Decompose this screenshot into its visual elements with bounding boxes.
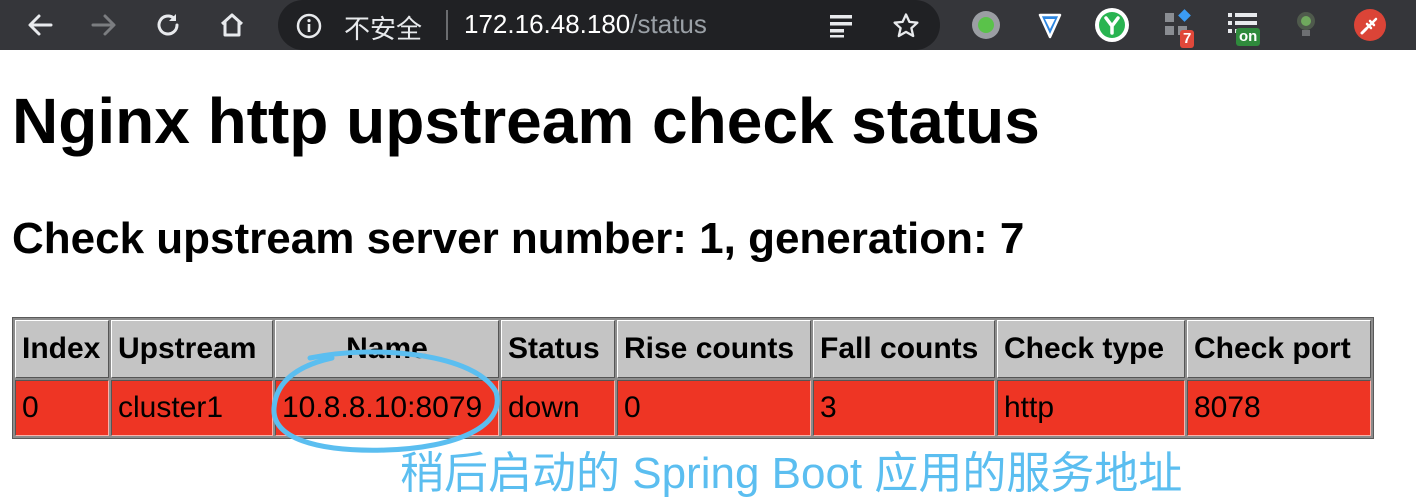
cell-status: down [501,380,615,436]
home-button[interactable] [212,6,252,44]
reader-mode-icon[interactable] [828,12,854,38]
annotation-text: 稍后启动的 Spring Boot 应用的服务地址 [400,449,1183,498]
column-header-index: Index [15,320,109,378]
table-header-row: Index Upstream Name Status Rise counts F… [15,320,1371,378]
list-extension-badge: on [1236,28,1261,46]
column-header-upstream: Upstream [111,320,273,378]
forward-button[interactable] [84,6,124,44]
bookmark-star-icon[interactable] [892,12,920,40]
page-title: Nginx http upstream check status [12,85,1040,157]
cell-rise-counts: 0 [617,380,811,436]
annotation-ellipse [271,349,500,453]
cell-fall-counts: 3 [813,380,995,436]
arrow-right-icon [91,14,116,36]
column-header-fall-counts: Fall counts [813,320,995,378]
y-extension-icon[interactable] [1092,6,1132,44]
address-bar[interactable]: 不安全 172.16.48.180/status [278,0,940,50]
column-header-check-port: Check port [1187,320,1371,378]
cell-index: 0 [15,380,109,436]
address-divider [446,10,448,40]
home-icon [220,13,244,37]
arrow-left-icon [28,14,53,36]
info-icon[interactable] [296,13,322,39]
upstream-status-table: Index Upstream Name Status Rise counts F… [12,317,1374,439]
column-header-rise-counts: Rise counts [617,320,811,378]
browser-toolbar: 不安全 172.16.48.180/status 7 on [0,0,1416,50]
bulb-extension-icon[interactable] [1286,6,1326,44]
cell-check-type: http [997,380,1185,436]
plug-extension-icon[interactable] [1350,6,1390,44]
column-header-check-type: Check type [997,320,1185,378]
security-label[interactable]: 不安全 [344,9,422,46]
table-row: 0 cluster1 10.8.8.10:8079 down 0 3 http … [15,380,1371,436]
green-dot-extension-icon[interactable] [966,6,1006,44]
shield-extension-icon[interactable] [1030,6,1070,44]
reload-button[interactable] [148,6,188,44]
column-header-status: Status [501,320,615,378]
back-button[interactable] [20,6,60,44]
url-text[interactable]: 172.16.48.180/status [464,9,707,40]
reload-icon [157,14,179,36]
cell-upstream: cluster1 [111,380,273,436]
grid-extension-icon[interactable]: 7 [1158,6,1198,48]
page-subtitle: Check upstream server number: 1, generat… [12,214,1025,263]
url-path: /status [630,9,707,39]
url-host: 172.16.48.180 [464,9,631,39]
cell-check-port: 8078 [1187,380,1371,436]
grid-extension-badge: 7 [1180,30,1195,48]
list-extension-icon[interactable]: on [1222,6,1262,46]
